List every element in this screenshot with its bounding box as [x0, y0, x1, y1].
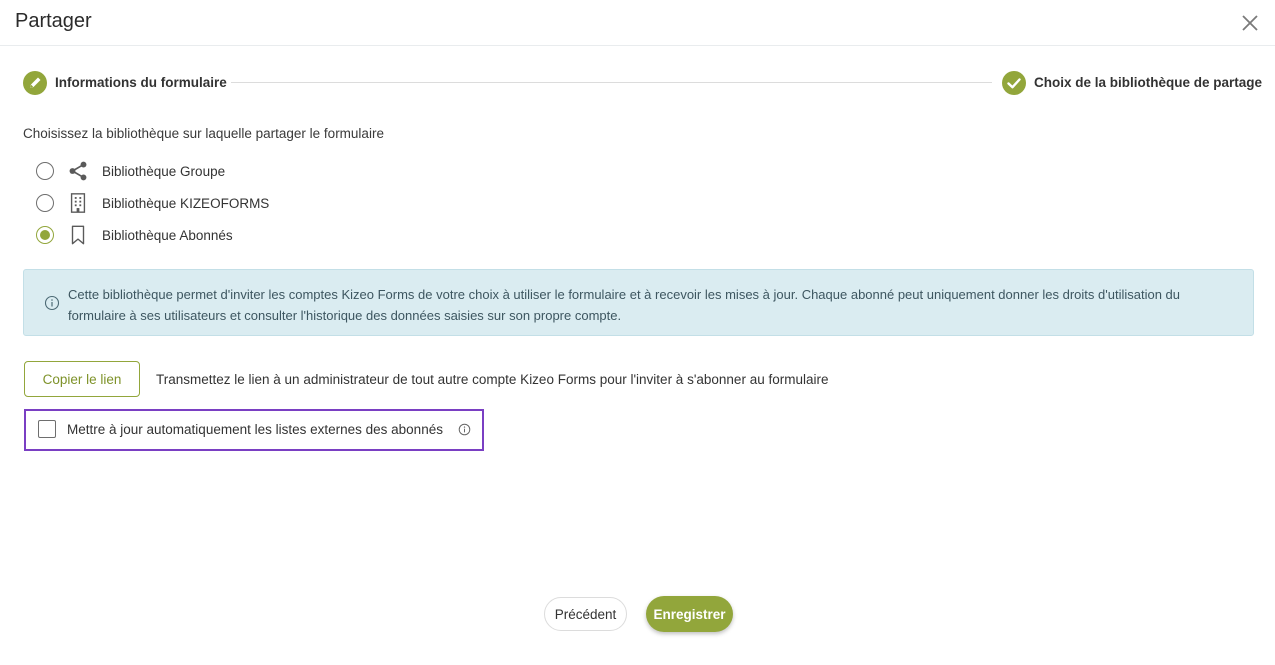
pencil-icon — [23, 71, 47, 95]
option-groupe-label: Bibliothèque Groupe — [102, 163, 226, 179]
step-2-label[interactable]: Choix de la bibliothèque de partage — [1034, 75, 1262, 90]
share-icon — [66, 159, 90, 183]
step-connector — [231, 82, 992, 83]
option-abonnes-label: Bibliothèque Abonnés — [102, 227, 233, 243]
option-abonnes[interactable]: Bibliothèque Abonnés — [36, 223, 233, 247]
library-prompt: Choisissez la bibliothèque sur laquelle … — [23, 126, 384, 141]
copy-link-description: Transmettez le lien à un administrateur … — [156, 372, 829, 387]
save-button[interactable]: Enregistrer — [646, 596, 733, 632]
info-alert: Cette bibliothèque permet d'inviter les … — [23, 269, 1254, 336]
info-icon — [44, 295, 60, 311]
copy-link-button[interactable]: Copier le lien — [24, 361, 140, 397]
previous-button[interactable]: Précédent — [544, 597, 627, 631]
dialog-title: Partager — [15, 10, 92, 32]
info-icon[interactable] — [458, 423, 471, 436]
close-icon[interactable] — [1238, 11, 1262, 35]
option-kizeoforms-label: Bibliothèque KIZEOFORMS — [102, 195, 270, 211]
bookmark-icon — [66, 223, 90, 247]
check-icon — [1002, 71, 1026, 95]
option-kizeoforms[interactable]: Bibliothèque KIZEOFORMS — [36, 191, 269, 215]
step-1-label[interactable]: Informations du formulaire — [55, 75, 227, 90]
radio-kizeoforms[interactable] — [36, 194, 54, 212]
radio-abonnes[interactable] — [36, 226, 54, 244]
option-groupe[interactable]: Bibliothèque Groupe — [36, 159, 225, 183]
radio-groupe[interactable] — [36, 162, 54, 180]
auto-update-label[interactable]: Mettre à jour automatiquement les listes… — [67, 422, 443, 437]
dialog-header: Partager — [0, 0, 1275, 46]
auto-update-checkbox[interactable] — [38, 420, 56, 438]
building-icon — [66, 191, 90, 215]
info-text: Cette bibliothèque permet d'inviter les … — [68, 287, 1180, 323]
stepper: Informations du formulaire Choix de la b… — [23, 71, 1262, 95]
